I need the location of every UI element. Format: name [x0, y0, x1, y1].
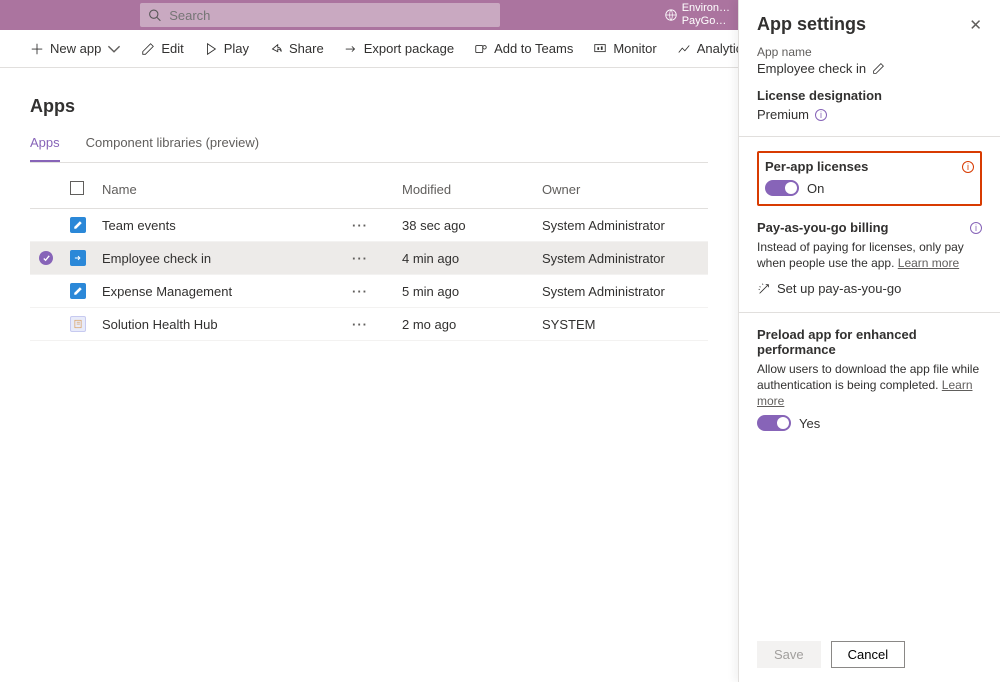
- search-box[interactable]: [140, 3, 500, 27]
- divider: [739, 136, 1000, 137]
- preload-toggle[interactable]: [757, 415, 791, 431]
- new-app-label: New app: [50, 41, 101, 56]
- tab-apps[interactable]: Apps: [30, 135, 60, 162]
- owner-cell: System Administrator: [534, 209, 708, 242]
- canvas-app-icon: [70, 250, 86, 266]
- app-name: Employee check in: [102, 251, 352, 266]
- export-icon: [344, 42, 358, 56]
- per-app-state: On: [807, 181, 824, 196]
- per-app-licenses-section: Per-app licenses i On: [757, 151, 982, 206]
- row-more-button[interactable]: ···: [352, 317, 368, 332]
- pencil-icon: [141, 42, 155, 56]
- page-title: Apps: [30, 96, 708, 117]
- plus-icon: [30, 42, 44, 56]
- column-modified[interactable]: Modified: [394, 171, 534, 209]
- checkmark-icon: [39, 251, 53, 265]
- environment-picker[interactable]: Environ… PayGo…: [664, 0, 730, 30]
- environment-name: PayGo…: [682, 15, 730, 28]
- column-select: [30, 171, 62, 209]
- column-name[interactable]: Name: [94, 171, 394, 209]
- row-more-button[interactable]: ···: [352, 218, 368, 233]
- setup-payg-label: Set up pay-as-you-go: [777, 281, 901, 296]
- app-name: Team events: [102, 218, 352, 233]
- tab-strip: Apps Component libraries (preview): [30, 135, 708, 163]
- learn-more-link[interactable]: Learn more: [898, 256, 959, 270]
- app-settings-panel: App settings ✕ App name Employee check i…: [738, 0, 1000, 682]
- apps-table: Name Modified Owner Team events···38 sec…: [30, 171, 708, 341]
- per-app-toggle[interactable]: [765, 180, 799, 196]
- model-app-icon: [70, 316, 86, 332]
- owner-cell: System Administrator: [534, 275, 708, 308]
- panel-title: App settings: [757, 14, 866, 35]
- column-type[interactable]: [62, 171, 94, 209]
- info-icon[interactable]: i: [962, 161, 974, 173]
- wand-icon: [757, 282, 771, 296]
- cancel-button[interactable]: Cancel: [831, 641, 905, 668]
- edit-label: Edit: [161, 41, 183, 56]
- play-label: Play: [224, 41, 249, 56]
- play-icon: [204, 42, 218, 56]
- owner-cell: System Administrator: [534, 242, 708, 275]
- share-label: Share: [289, 41, 324, 56]
- table-row[interactable]: Solution Health Hub··· 2 mo agoSYSTEM: [30, 308, 708, 341]
- info-icon[interactable]: i: [970, 222, 982, 234]
- preload-heading: Preload app for enhanced performance: [757, 327, 982, 357]
- modified-cell: 2 mo ago: [394, 308, 534, 341]
- export-label: Export package: [364, 41, 454, 56]
- search-icon: [148, 8, 161, 22]
- pencil-icon[interactable]: [872, 62, 885, 75]
- preload-description: Allow users to download the app file whi…: [757, 361, 982, 409]
- row-more-button[interactable]: ···: [352, 251, 368, 266]
- preload-state: Yes: [799, 416, 820, 431]
- canvas-app-icon: [70, 217, 86, 233]
- monitor-label: Monitor: [613, 41, 656, 56]
- modified-cell: 5 min ago: [394, 275, 534, 308]
- tab-components[interactable]: Component libraries (preview): [86, 135, 259, 162]
- edit-button[interactable]: Edit: [141, 41, 183, 56]
- environment-icon: [664, 8, 678, 22]
- save-button: Save: [757, 641, 821, 668]
- table-row[interactable]: Team events··· 38 sec agoSystem Administr…: [30, 209, 708, 242]
- row-more-button[interactable]: ···: [352, 284, 368, 299]
- teams-icon: [474, 42, 488, 56]
- chevron-down-icon: [107, 42, 121, 56]
- table-row[interactable]: Employee check in··· 4 min agoSystem Admi…: [30, 242, 708, 275]
- info-icon[interactable]: i: [815, 109, 827, 121]
- payg-heading: Pay-as-you-go billing: [757, 220, 888, 235]
- modified-cell: 38 sec ago: [394, 209, 534, 242]
- monitor-icon: [593, 42, 607, 56]
- license-heading: License designation: [757, 88, 982, 103]
- new-app-button[interactable]: New app: [30, 41, 121, 56]
- add-teams-button[interactable]: Add to Teams: [474, 41, 573, 56]
- monitor-button[interactable]: Monitor: [593, 41, 656, 56]
- app-name-value: Employee check in: [757, 61, 866, 76]
- per-app-heading: Per-app licenses: [765, 159, 868, 174]
- modified-cell: 4 min ago: [394, 242, 534, 275]
- content-area: Apps Apps Component libraries (preview) …: [0, 68, 738, 341]
- canvas-app-icon: [70, 283, 86, 299]
- share-icon: [269, 42, 283, 56]
- share-button[interactable]: Share: [269, 41, 324, 56]
- play-button[interactable]: Play: [204, 41, 249, 56]
- add-teams-label: Add to Teams: [494, 41, 573, 56]
- owner-cell: SYSTEM: [534, 308, 708, 341]
- close-button[interactable]: ✕: [969, 16, 982, 34]
- export-button[interactable]: Export package: [344, 41, 454, 56]
- search-input[interactable]: [167, 7, 492, 24]
- app-name: Solution Health Hub: [102, 317, 352, 332]
- column-owner[interactable]: Owner: [534, 171, 708, 209]
- payg-description: Instead of paying for licenses, only pay…: [757, 239, 982, 271]
- app-name-label: App name: [757, 45, 982, 59]
- setup-payg-link[interactable]: Set up pay-as-you-go: [757, 281, 982, 296]
- table-row[interactable]: Expense Management··· 5 min agoSystem Adm…: [30, 275, 708, 308]
- divider: [739, 312, 1000, 313]
- license-value: Premium: [757, 107, 809, 122]
- environment-label: Environ…: [682, 2, 730, 15]
- app-name: Expense Management: [102, 284, 352, 299]
- grid-icon: [70, 181, 84, 195]
- analytics-icon: [677, 42, 691, 56]
